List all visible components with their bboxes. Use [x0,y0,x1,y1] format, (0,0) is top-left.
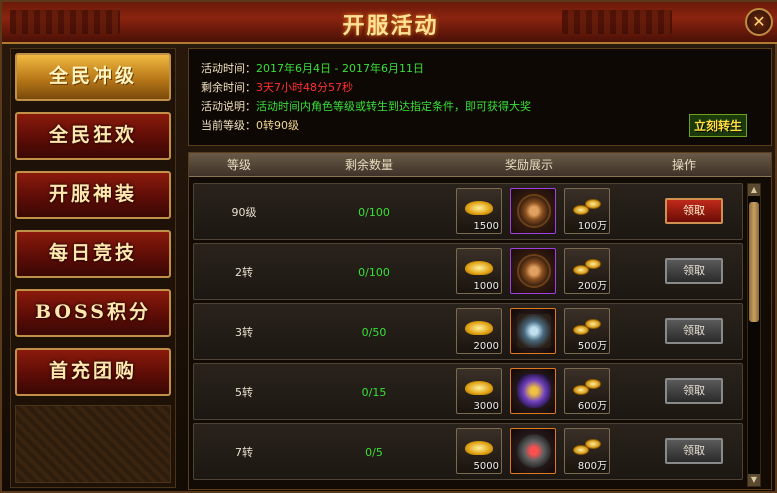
title-bar: 开服活动 ✕ [2,2,777,44]
table-row: 2转 0/100 1000 200万 领取 [193,243,743,300]
ingot-amount: 2000 [473,341,499,352]
ingot-amount: 1000 [473,281,499,292]
activity-desc-value: 活动时间内角色等级或转生到达指定条件，即可获得大奖 [256,100,531,113]
bronze-medal-icon [517,254,551,288]
remaining-time-label: 剩余时间： [201,81,256,94]
ingot-reward-slot[interactable]: 2000 [456,308,502,354]
item-reward-slot[interactable] [510,368,556,414]
activity-desc-row: 活动说明：活动时间内角色等级或转生到达指定条件，即可获得大奖 [201,97,759,116]
gold-coins-icon [573,199,603,217]
ingot-reward-slot[interactable]: 5000 [456,428,502,474]
gold-ingot-icon [465,261,493,275]
reward-table: 等级 剩余数量 奖励展示 操作 90级 0/100 1500 100万 领取 2… [188,152,772,490]
row-remaining: 0/5 [365,446,383,459]
gold-reward-slot[interactable]: 600万 [564,368,610,414]
claim-button[interactable]: 领取 [665,258,723,284]
gold-amount: 600万 [577,401,607,412]
row-level: 2转 [235,266,253,279]
table-header: 等级 剩余数量 奖励展示 操作 [189,153,771,177]
current-level-row: 当前等级：0转90级 [201,116,759,135]
row-remaining: 0/15 [361,386,387,399]
header-rewards: 奖励展示 [504,158,553,172]
row-level: 5转 [235,386,253,399]
table-row: 90级 0/100 1500 100万 领取 [193,183,743,240]
item-reward-slot[interactable] [510,308,556,354]
header-level: 等级 [226,158,251,172]
activity-desc-label: 活动说明： [201,100,256,113]
activity-time-row: 活动时间：2017年6月4日 - 2017年6月11日 [201,59,759,78]
scroll-down-arrow-icon[interactable]: ▼ [748,474,760,486]
scroll-up-arrow-icon[interactable]: ▲ [748,184,760,196]
gold-coins-icon [573,439,603,457]
red-gem-ring-icon [517,434,551,468]
sidebar-item-first-charge[interactable]: 首充团购 [15,348,171,396]
gold-ingot-icon [465,441,493,455]
gold-reward-slot[interactable]: 200万 [564,248,610,294]
claim-button[interactable]: 领取 [665,378,723,404]
scrollbar[interactable]: ▲ ▼ [747,183,761,487]
table-row: 5转 0/15 3000 600万 领取 [193,363,743,420]
row-level: 7转 [235,446,253,459]
sidebar-filler [15,405,171,483]
gold-ingot-icon [465,321,493,335]
row-remaining: 0/50 [361,326,387,339]
header-remaining: 剩余数量 [344,158,393,172]
gold-amount: 800万 [577,461,607,472]
current-level-label: 当前等级： [201,119,256,132]
row-level: 3转 [235,326,253,339]
gold-ingot-icon [465,381,493,395]
scroll-thumb[interactable] [749,202,759,322]
bronze-medal-icon [517,194,551,228]
claim-button[interactable]: 领取 [665,198,723,224]
row-level: 90级 [231,206,257,219]
gold-amount: 200万 [577,281,607,292]
sidebar-item-daily-arena[interactable]: 每日竞技 [15,230,171,278]
gold-reward-slot[interactable]: 100万 [564,188,610,234]
gold-coins-icon [573,379,603,397]
remaining-time-row: 剩余时间：3天7小时48分57秒 [201,78,759,97]
ingot-amount: 3000 [473,401,499,412]
gold-coins-icon [573,259,603,277]
gold-reward-slot[interactable]: 500万 [564,308,610,354]
sidebar-item-carnival[interactable]: 全民狂欢 [15,112,171,160]
claim-button[interactable]: 领取 [665,318,723,344]
row-remaining: 0/100 [358,206,390,219]
row-remaining: 0/100 [358,266,390,279]
table-row: 3转 0/50 2000 500万 领取 [193,303,743,360]
gold-amount: 500万 [577,341,607,352]
item-reward-slot[interactable] [510,248,556,294]
gold-ingot-icon [465,201,493,215]
ingot-amount: 1500 [473,221,499,232]
gold-coins-icon [573,319,603,337]
ingot-reward-slot[interactable]: 1500 [456,188,502,234]
current-level-value: 0转90级 [256,119,299,132]
sidebar-item-server-gear[interactable]: 开服神装 [15,171,171,219]
winged-helm-icon [517,374,551,408]
item-reward-slot[interactable] [510,428,556,474]
sidebar-item-level-rush[interactable]: 全民冲级 [15,53,171,101]
gold-reward-slot[interactable]: 800万 [564,428,610,474]
activity-time-label: 活动时间： [201,62,256,75]
crystal-armor-icon [517,314,551,348]
activity-time-value: 2017年6月4日 - 2017年6月11日 [256,62,424,75]
ingot-amount: 5000 [473,461,499,472]
table-row: 7转 0/5 5000 800万 领取 [193,423,743,480]
sidebar-item-boss-points[interactable]: BOSS积分 [15,289,171,337]
header-action: 操作 [671,158,696,172]
rebirth-now-button[interactable]: 立刻转生 [688,114,747,137]
gold-amount: 100万 [577,221,607,232]
ingot-reward-slot[interactable]: 1000 [456,248,502,294]
activity-info-panel: 活动时间：2017年6月4日 - 2017年6月11日 剩余时间：3天7小时48… [188,48,772,146]
ingot-reward-slot[interactable]: 3000 [456,368,502,414]
close-button[interactable]: ✕ [745,8,773,36]
game-window: 开服活动 ✕ 全民冲级 全民狂欢 开服神装 每日竞技 BOSS积分 首充团购 活… [0,0,777,493]
sidebar: 全民冲级 全民狂欢 开服神装 每日竞技 BOSS积分 首充团购 [10,48,176,488]
window-title: 开服活动 [342,13,439,39]
remaining-time-value: 3天7小时48分57秒 [256,81,353,94]
item-reward-slot[interactable] [510,188,556,234]
claim-button[interactable]: 领取 [665,438,723,464]
